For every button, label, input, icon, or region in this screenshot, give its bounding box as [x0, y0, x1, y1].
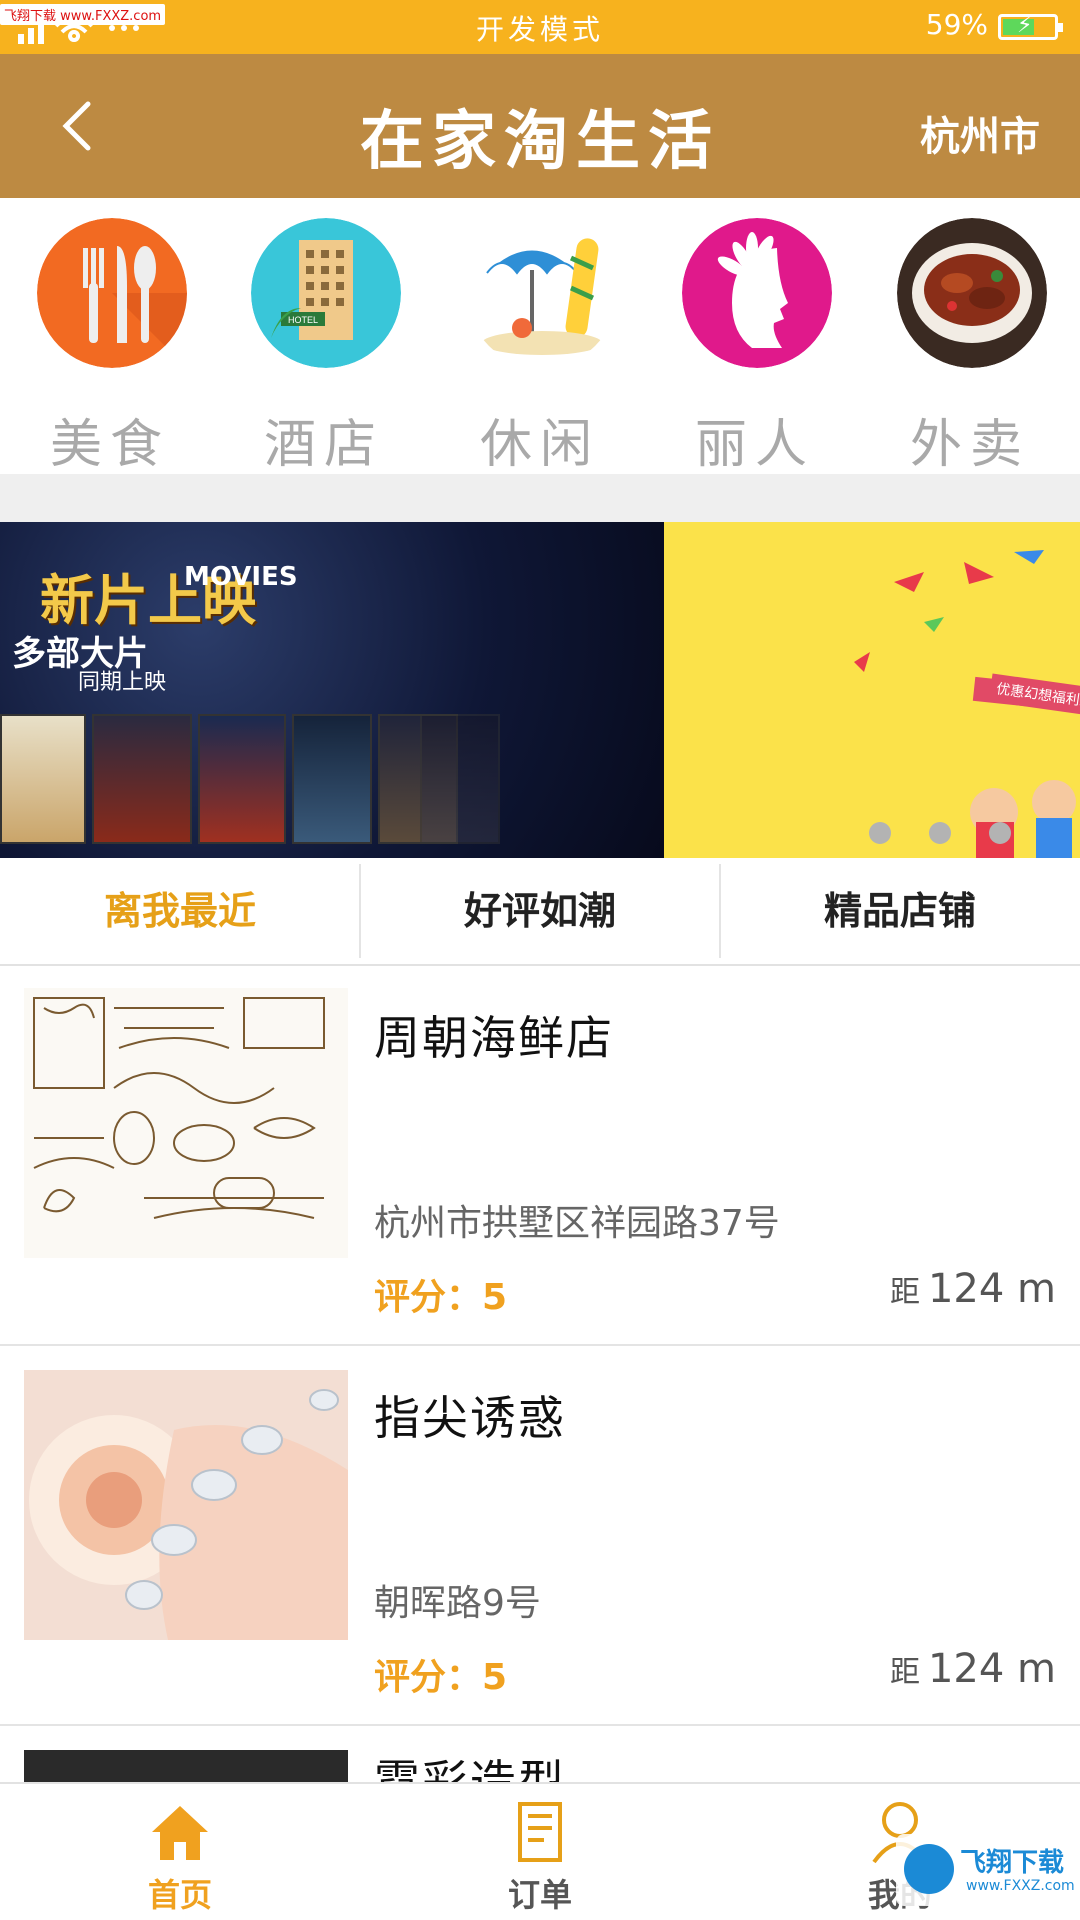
banner-slide-promo[interactable]: 优惠幻想福利来了 — [664, 522, 1080, 858]
shop-thumbnail — [24, 1370, 348, 1640]
shop-rating: 评分：5 — [374, 1657, 508, 1698]
distance-value: 124 m — [927, 1266, 1056, 1312]
banner-subtitle-2: 同期上映 — [78, 670, 167, 695]
status-bar: 飞翔下载 www.FXXZ.com 开发模式 59% ⚡ — [0, 0, 1080, 54]
nav-orders[interactable]: 订单 — [440, 1796, 640, 1916]
watermark-logo — [904, 1844, 954, 1894]
category-label: 丽人 — [694, 415, 815, 475]
carousel-dot[interactable] — [989, 822, 1011, 844]
category-label: 外卖 — [909, 415, 1030, 475]
category-row: 美食 HOTEL 酒店 休闲 丽人 外卖 — [0, 198, 1080, 475]
tab-nearest[interactable]: 离我最近 — [0, 858, 360, 964]
charging-icon: ⚡ — [1017, 13, 1033, 38]
banner-movies-tag: MOVIES — [184, 562, 298, 592]
city-selector[interactable]: 杭州市 — [920, 104, 1040, 162]
carousel-dot[interactable] — [929, 822, 951, 844]
category-hotel[interactable]: HOTEL 酒店 — [224, 216, 424, 475]
distance-value: 124 m — [927, 1646, 1056, 1692]
beauty-icon — [682, 218, 832, 368]
category-food[interactable]: 美食 — [10, 216, 210, 475]
shop-rating: 评分：5 — [374, 1277, 508, 1318]
carousel-dot[interactable] — [869, 822, 891, 844]
status-mode: 开发模式 — [475, 13, 604, 46]
svg-text:HOTEL: HOTEL — [288, 315, 318, 325]
battery-icon: ⚡ — [998, 13, 1063, 40]
app-header: 在家淘生活 杭州市 — [0, 54, 1080, 198]
movie-poster — [292, 714, 372, 844]
shop-list-item[interactable]: 指尖诱惑 朝晖路9号 评分：5 距 124 m — [0, 1348, 1080, 1726]
category-label: 美食 — [49, 415, 170, 475]
tab-featured-shops[interactable]: 精品店铺 — [720, 858, 1080, 964]
movie-poster — [420, 714, 500, 844]
leisure-icon — [482, 238, 602, 355]
nav-home[interactable]: 首页 — [80, 1796, 280, 1916]
nav-label: 订单 — [507, 1876, 572, 1914]
shop-thumbnail — [24, 1750, 348, 1782]
shop-address: 杭州市拱墅区祥园路37号 — [374, 1203, 780, 1244]
movie-poster — [92, 714, 192, 844]
distance-prefix: 距 — [889, 1655, 920, 1690]
takeout-icon — [897, 218, 1047, 368]
category-label: 酒店 — [263, 415, 384, 475]
banner-slide-movies[interactable]: 新片上映 MOVIES 多部大片 同期上映 — [0, 522, 664, 858]
filter-tabs: 离我最近 好评如潮 精品店铺 — [0, 858, 1080, 966]
distance-prefix: 距 — [889, 1275, 920, 1310]
shop-name: 霓彩造型 — [374, 1755, 566, 1782]
food-icon — [37, 218, 187, 368]
category-beauty[interactable]: 丽人 — [655, 216, 855, 475]
shop-list-item[interactable]: 霓彩造型 — [0, 1728, 1080, 1782]
shop-address: 朝晖路9号 — [374, 1583, 541, 1624]
battery-percent: 59% — [925, 8, 988, 41]
hotel-icon: HOTEL — [251, 218, 401, 368]
promo-banner[interactable]: 新片上映 MOVIES 多部大片 同期上映 优惠幻想福利来了 — [0, 522, 1080, 858]
category-leisure[interactable]: 休闲 — [440, 216, 640, 475]
shop-distance: 距 124 m — [890, 1266, 1056, 1312]
movie-poster — [198, 714, 286, 844]
watermark-text: 飞翔下载 — [960, 1848, 1065, 1878]
category-takeout[interactable]: 外卖 — [870, 216, 1070, 475]
home-icon — [152, 1806, 208, 1860]
shop-name: 周朝海鲜店 — [374, 1011, 614, 1065]
section-divider — [0, 474, 1080, 522]
nav-label: 首页 — [147, 1876, 212, 1914]
tab-top-rated[interactable]: 好评如潮 — [360, 858, 720, 964]
shop-thumbnail — [24, 988, 348, 1258]
watermark-badge: 飞翔下载 www.FXXZ.com — [896, 1834, 1075, 1906]
category-label: 休闲 — [479, 415, 600, 475]
shop-name: 指尖诱惑 — [374, 1391, 566, 1445]
page-title: 在家淘生活 — [360, 105, 720, 179]
order-icon — [518, 1802, 562, 1862]
watermark-url: www.FXXZ.com — [966, 1878, 1075, 1894]
movie-poster — [0, 714, 86, 844]
shop-list-item[interactable]: 周朝海鲜店 杭州市拱墅区祥园路37号 评分：5 距 124 m — [0, 968, 1080, 1346]
shop-distance: 距 124 m — [890, 1646, 1056, 1692]
